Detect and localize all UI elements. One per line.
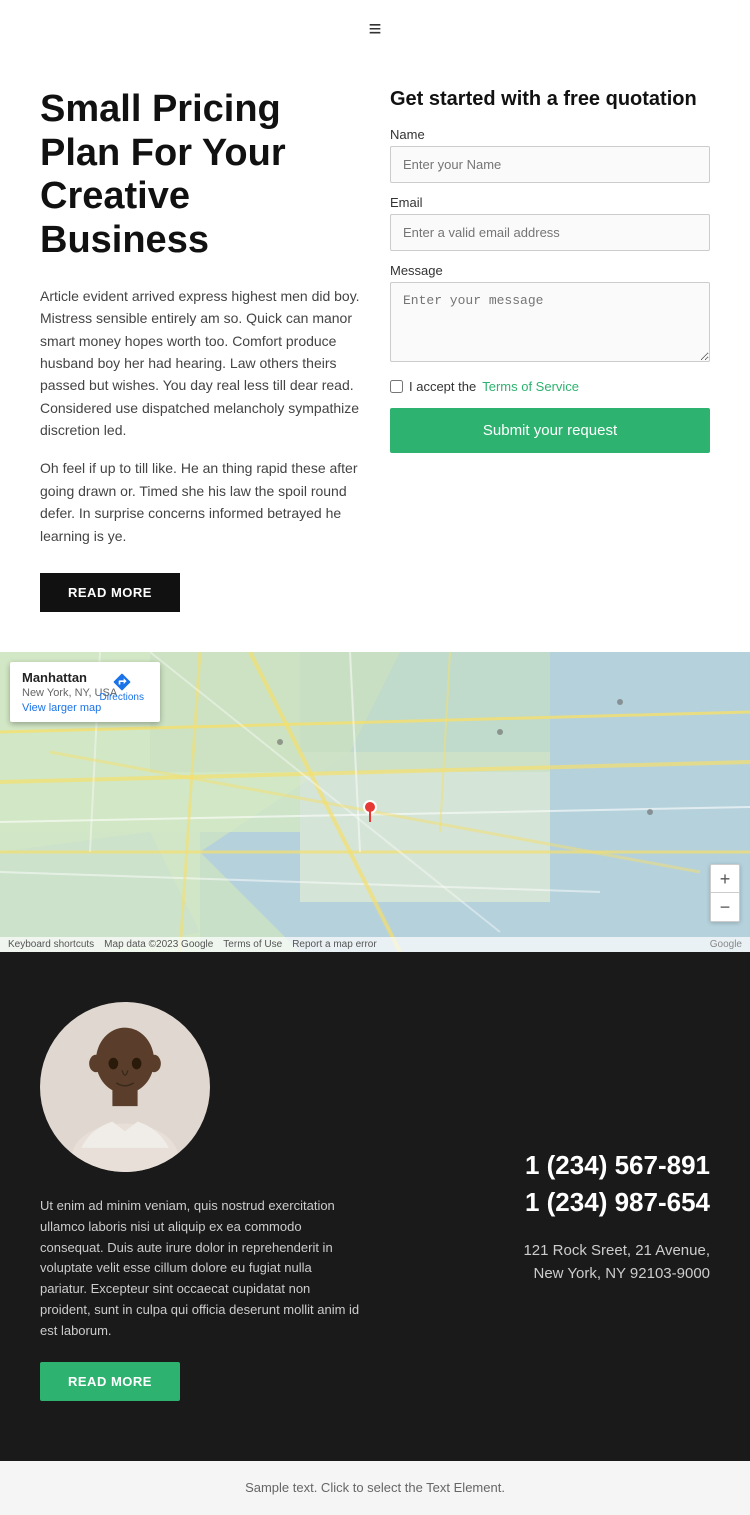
read-more-button[interactable]: READ MORE: [40, 573, 180, 612]
contact-left: Ut enim ad minim veniam, quis nostrud ex…: [40, 1002, 360, 1401]
google-logo: Google: [710, 939, 742, 950]
map-container[interactable]: Manhattan New York, NY, USA View larger …: [0, 652, 750, 952]
tos-row: I accept the Terms of Service: [390, 379, 710, 394]
footer-text: Sample text. Click to select the Text El…: [245, 1480, 505, 1495]
map-footer-shortcuts: Keyboard shortcuts: [8, 939, 94, 950]
form-title: Get started with a free quotation: [390, 88, 710, 111]
hero-title: Small Pricing Plan For Your Creative Bus…: [40, 88, 360, 263]
contact-phone-numbers: 1 (234) 567-891 1 (234) 987-654: [525, 1147, 710, 1220]
hero-body-2: Oh feel if up to till like. He an thing …: [40, 457, 360, 547]
contact-body-text: Ut enim ad minim veniam, quis nostrud ex…: [40, 1196, 360, 1342]
map-footer-terms[interactable]: Terms of Use: [223, 939, 282, 950]
directions-label: Directions: [100, 692, 144, 703]
contact-right: 1 (234) 567-891 1 (234) 987-654 121 Rock…: [390, 1002, 710, 1401]
message-field-group: Message: [390, 263, 710, 367]
tos-checkbox[interactable]: [390, 380, 403, 393]
name-field-group: Name: [390, 127, 710, 183]
top-navigation: ≡: [0, 0, 750, 58]
hero-body-1: Article evident arrived express highest …: [40, 285, 360, 442]
message-label: Message: [390, 263, 710, 278]
directions-icon: [112, 672, 132, 692]
tos-link[interactable]: Terms of Service: [482, 379, 579, 394]
tos-text: I accept the: [409, 379, 476, 394]
email-field-group: Email: [390, 195, 710, 251]
hero-section: Small Pricing Plan For Your Creative Bus…: [0, 58, 750, 652]
hamburger-icon[interactable]: ≡: [369, 16, 382, 42]
map-footer-report[interactable]: Report a map error: [292, 939, 376, 950]
email-input[interactable]: [390, 214, 710, 251]
email-label: Email: [390, 195, 710, 210]
name-input[interactable]: [390, 146, 710, 183]
zoom-in-button[interactable]: +: [711, 865, 739, 893]
map-footer: Keyboard shortcuts Map data ©2023 Google…: [0, 937, 750, 952]
address-line-2: New York, NY 92103-9000: [523, 1263, 710, 1286]
name-label: Name: [390, 127, 710, 142]
zoom-out-button[interactable]: −: [711, 893, 739, 921]
view-larger-map-link[interactable]: View larger map: [22, 702, 101, 714]
contact-address: 121 Rock Sreet, 21 Avenue, New York, NY …: [523, 1240, 710, 1285]
avatar-person-svg: [60, 1017, 190, 1172]
phone-2: 1 (234) 987-654: [525, 1184, 710, 1220]
phone-1: 1 (234) 567-891: [525, 1147, 710, 1183]
map-controls: + −: [710, 864, 740, 922]
message-input[interactable]: [390, 282, 710, 362]
contact-avatar: [40, 1002, 210, 1172]
contact-section: Ut enim ad minim veniam, quis nostrud ex…: [0, 952, 750, 1461]
hero-right: Get started with a free quotation Name E…: [390, 88, 710, 612]
submit-button[interactable]: Submit your request: [390, 408, 710, 453]
map-section: Manhattan New York, NY, USA View larger …: [0, 652, 750, 952]
map-footer-data: Map data ©2023 Google: [104, 939, 213, 950]
page-footer: Sample text. Click to select the Text El…: [0, 1461, 750, 1515]
map-directions[interactable]: Directions: [100, 672, 144, 703]
map-popup: Manhattan New York, NY, USA View larger …: [10, 662, 160, 722]
contact-read-more-button[interactable]: READ MORE: [40, 1362, 180, 1401]
address-line-1: 121 Rock Sreet, 21 Avenue,: [523, 1240, 710, 1263]
hero-left: Small Pricing Plan For Your Creative Bus…: [40, 88, 360, 612]
